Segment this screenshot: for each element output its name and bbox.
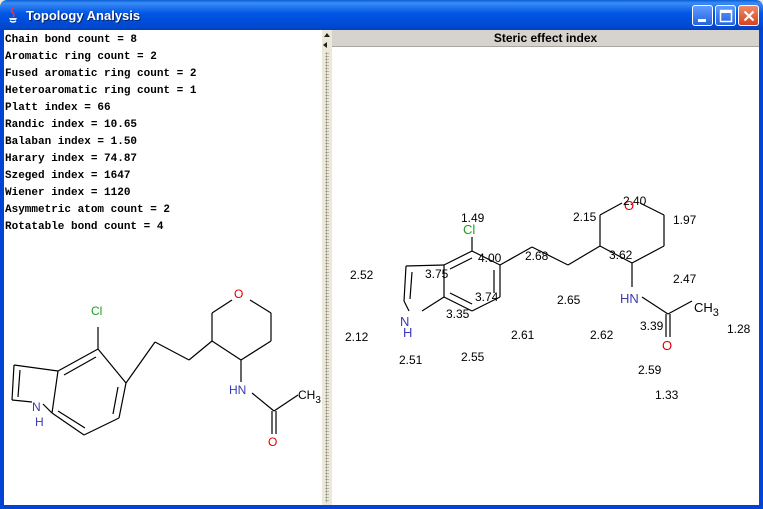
- divider-grip[interactable]: [325, 52, 329, 503]
- right-atom-ch3: CH3: [694, 300, 719, 319]
- steric-value-nh: 2.51: [399, 353, 423, 367]
- steric-value-ox-cr: 2.47: [673, 272, 697, 286]
- steric-value-c-top: 3.75: [425, 267, 449, 281]
- steric-value-ch3: 1.28: [727, 322, 751, 336]
- left-atom-nh: HN: [229, 383, 246, 397]
- steric-value-ch2-a: 2.68: [525, 249, 549, 263]
- right-atom-h: H: [403, 325, 412, 340]
- steric-index-pane: Steric effect index Cl O HN CH3 O N H 1.…: [332, 30, 759, 505]
- maximize-icon: [719, 9, 733, 23]
- window-content: Chain bond count = 8 Aromatic ring count…: [4, 30, 759, 505]
- steric-value-ind-c3: 2.52: [350, 268, 374, 282]
- minimize-button[interactable]: [692, 5, 713, 26]
- steric-value-ox-c4: 3.39: [640, 319, 664, 333]
- steric-value-cl: 1.49: [461, 211, 485, 225]
- close-button[interactable]: [738, 5, 759, 26]
- steric-value-c-bot: 2.55: [461, 350, 485, 364]
- window-title: Topology Analysis: [26, 8, 141, 23]
- java-icon: [9, 7, 17, 23]
- steric-value-ox-ctr: 1.97: [673, 213, 697, 227]
- topology-metrics-pane: Chain bond count = 8 Aromatic ring count…: [4, 30, 322, 505]
- steric-value-ch2-b: 2.65: [557, 293, 581, 307]
- left-atom-ch3: CH3: [298, 388, 321, 406]
- title-bar[interactable]: Topology Analysis: [0, 0, 763, 30]
- steric-value-o: 2.40: [623, 194, 647, 208]
- steric-value-c-chain: 3.74: [475, 290, 499, 304]
- steric-value-c-cl: 4.00: [478, 251, 502, 265]
- right-atom-o2: O: [662, 338, 672, 353]
- left-atom-n: N: [32, 400, 41, 414]
- steric-value-c-fused: 3.35: [446, 307, 470, 321]
- steric-index-header: Steric effect index: [332, 30, 759, 47]
- left-atom-cl: Cl: [91, 304, 102, 318]
- maximize-button[interactable]: [715, 5, 736, 26]
- steric-value-ox-c5: 3.62: [609, 248, 633, 262]
- left-atom-o: O: [234, 287, 243, 301]
- steric-value-ox-ctl: 2.15: [573, 210, 597, 224]
- steric-value-amide-n: 2.62: [590, 328, 614, 342]
- right-atom-nh: HN: [620, 291, 639, 306]
- minimize-icon: [698, 19, 706, 22]
- divider-collapse-left-icon[interactable]: [323, 42, 327, 48]
- steric-value-c-co: 2.59: [638, 363, 662, 377]
- steric-value-ind-c2: 2.12: [345, 330, 369, 344]
- molecule-structure-right: Cl O HN CH3 O N H 1.49 4.00 3.75 3.74 3.…: [345, 194, 751, 402]
- steric-value-c-right: 2.61: [511, 328, 535, 342]
- left-atom-h: H: [35, 415, 44, 429]
- steric-value-o-co: 1.33: [655, 388, 679, 402]
- molecule-structure-left: Cl O HN CH3 O N H: [11, 287, 321, 449]
- left-atom-o2: O: [268, 435, 277, 449]
- close-icon: [743, 10, 755, 22]
- divider-collapse-up-icon[interactable]: [324, 33, 330, 37]
